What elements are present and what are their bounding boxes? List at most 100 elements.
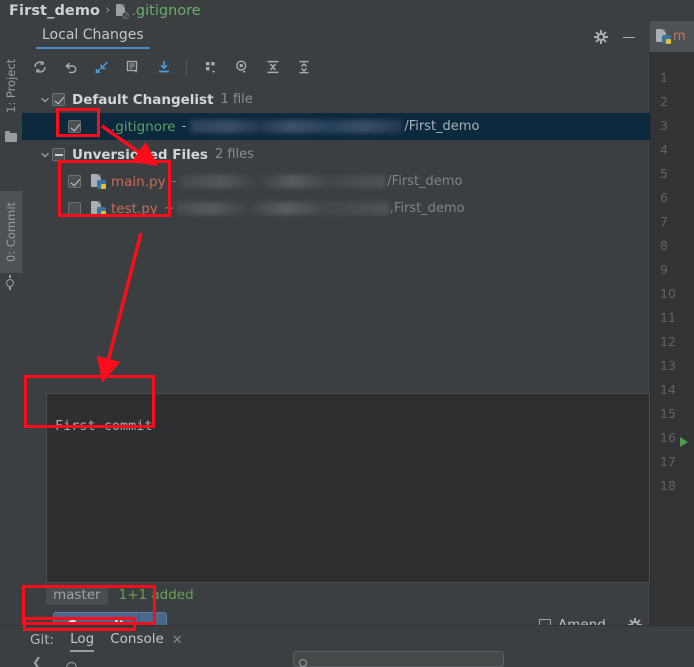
project-tool-label: 1: Project bbox=[4, 58, 18, 114]
tab-local-changes[interactable]: Local Changes bbox=[36, 24, 150, 49]
refresh-circle-icon[interactable] bbox=[66, 662, 77, 667]
table-row[interactable]: main.py - /First_demo bbox=[22, 168, 650, 195]
run-triangle-icon[interactable] bbox=[680, 437, 688, 447]
redacted-path bbox=[180, 175, 386, 188]
changelist-group-row[interactable]: Default Changelist 1 file bbox=[22, 86, 650, 113]
table-row[interactable]: test.py ~ ,First_demo bbox=[22, 195, 650, 222]
changes-summary: 1+1 added bbox=[118, 587, 194, 603]
preview-diff-icon[interactable] bbox=[228, 54, 255, 80]
update-project-icon[interactable] bbox=[150, 54, 177, 80]
changelist-name: Default Changelist bbox=[72, 91, 214, 108]
gear-icon[interactable] bbox=[594, 29, 608, 44]
commit-message-value: First commit bbox=[55, 418, 153, 434]
sidebar-item-project[interactable]: 1: Project bbox=[0, 47, 22, 125]
tab-active-underline bbox=[36, 46, 150, 49]
line-number: 8 bbox=[660, 238, 668, 253]
search-icon bbox=[299, 659, 307, 667]
commit-message-input[interactable]: First commit bbox=[46, 393, 650, 583]
line-number: 7 bbox=[660, 214, 668, 229]
line-number: 1 bbox=[660, 70, 668, 85]
refresh-icon[interactable] bbox=[26, 54, 53, 80]
line-number: 15 bbox=[660, 406, 676, 421]
chevron-down-icon[interactable] bbox=[38, 141, 52, 168]
commit-status-row: master 1+1 added bbox=[46, 584, 194, 606]
editor-tab-main[interactable]: m bbox=[650, 21, 694, 52]
file-path-prefix: ~ bbox=[163, 201, 175, 216]
changes-toolbar bbox=[22, 52, 650, 83]
changelist-name: Unversioned Files bbox=[72, 146, 208, 163]
changes-tree[interactable]: Default Changelist 1 file .gitignore - /… bbox=[22, 82, 650, 387]
tab-active-underline bbox=[70, 649, 95, 652]
tab-local-changes-label: Local Changes bbox=[42, 27, 144, 43]
file-checkbox[interactable] bbox=[68, 175, 81, 188]
tab-git-log-label: Log bbox=[70, 630, 95, 647]
line-number-gutter: 1 2 3 4 5 6 7 8 9 10 11 12 13 14 15 16 1… bbox=[650, 52, 694, 625]
expand-all-icon[interactable] bbox=[259, 54, 286, 80]
file-path: /First_demo bbox=[404, 119, 480, 134]
rollback-icon[interactable] bbox=[57, 54, 84, 80]
redacted-path bbox=[190, 120, 403, 133]
gitignore-file-icon bbox=[115, 3, 130, 19]
branch-chip[interactable]: master bbox=[46, 585, 108, 605]
toolbar-separator bbox=[186, 58, 187, 76]
changelist-checkbox[interactable] bbox=[52, 148, 65, 161]
back-arrow-icon[interactable]: ❮ bbox=[32, 655, 42, 667]
line-number-label: 16 bbox=[660, 430, 676, 445]
file-checkbox[interactable] bbox=[68, 202, 81, 215]
gitignore-file-icon bbox=[91, 119, 105, 134]
group-by-icon[interactable] bbox=[197, 54, 224, 80]
git-label: Git: bbox=[30, 632, 55, 648]
collapse-all-icon[interactable] bbox=[290, 54, 317, 80]
changelist-count: 1 file bbox=[220, 92, 253, 107]
commit-tool-label: 0: Commit bbox=[4, 201, 18, 263]
panel-tab-bar: Local Changes bbox=[22, 21, 650, 52]
editor-tab-label: m bbox=[673, 29, 686, 44]
python-file-icon bbox=[91, 201, 106, 216]
line-number: 12 bbox=[660, 334, 676, 349]
commit-node-icon bbox=[5, 275, 17, 290]
line-number: 3 bbox=[660, 118, 668, 133]
file-checkbox[interactable] bbox=[68, 120, 81, 133]
line-number: 2 bbox=[660, 94, 668, 109]
editor-gutter-panel: m 1 2 3 4 5 6 7 8 9 10 11 12 13 14 15 16… bbox=[650, 21, 694, 625]
line-number: 16 bbox=[650, 430, 694, 454]
python-file-icon bbox=[91, 174, 106, 189]
redacted-path bbox=[175, 202, 389, 215]
search-input[interactable] bbox=[293, 651, 504, 667]
breadcrumb-project[interactable]: First_demo bbox=[9, 3, 100, 19]
breadcrumb-separator: › bbox=[105, 3, 111, 18]
file-name: test.py bbox=[111, 200, 158, 217]
minimize-icon[interactable] bbox=[622, 30, 636, 44]
line-number: 13 bbox=[660, 358, 676, 373]
sidebar-item-commit[interactable]: 0: Commit bbox=[0, 191, 22, 273]
gutter-divider bbox=[650, 52, 651, 625]
line-number: 11 bbox=[660, 310, 676, 325]
line-number: 10 bbox=[660, 286, 676, 301]
python-file-icon bbox=[656, 29, 671, 44]
folder-icon bbox=[5, 131, 17, 143]
changelist-group-row[interactable]: Unversioned Files 2 files bbox=[22, 141, 650, 168]
chevron-down-icon[interactable] bbox=[38, 86, 52, 113]
tab-git-console[interactable]: Console bbox=[110, 631, 164, 650]
shelve-icon[interactable] bbox=[88, 54, 115, 80]
close-icon[interactable]: ✕ bbox=[172, 633, 183, 648]
tab-git-log[interactable]: Log bbox=[70, 630, 95, 652]
changelist-count: 2 files bbox=[214, 147, 254, 162]
file-name: main.py bbox=[111, 173, 166, 190]
local-changes-panel: Local Changes Default Changelist 1 file … bbox=[22, 21, 666, 639]
git-tool-bar: Git: Log Console ✕ bbox=[0, 625, 694, 654]
tab-git-console-label: Console bbox=[110, 630, 164, 647]
line-number: 6 bbox=[660, 190, 668, 205]
breadcrumb-file[interactable]: .gitignore bbox=[131, 3, 200, 19]
show-diff-icon[interactable] bbox=[119, 54, 146, 80]
pycharm-commit-window: First_demo › .gitignore 1: Project 0: Co… bbox=[0, 0, 694, 667]
left-tool-stripe: 1: Project 0: Commit bbox=[0, 21, 23, 625]
panel-actions bbox=[594, 29, 650, 44]
line-number: 14 bbox=[660, 382, 676, 397]
table-row[interactable]: .gitignore - /First_demo bbox=[22, 113, 650, 140]
breadcrumb: First_demo › .gitignore bbox=[0, 0, 694, 21]
changelist-checkbox[interactable] bbox=[52, 93, 65, 106]
file-name: .gitignore bbox=[111, 118, 176, 135]
file-path: /First_demo bbox=[387, 174, 463, 189]
file-path-separator: - bbox=[171, 174, 177, 189]
